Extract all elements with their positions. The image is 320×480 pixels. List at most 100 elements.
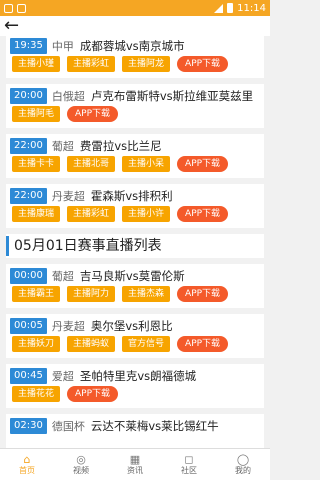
match-header: 00:45 爱超 圣帕特里克vs朗福德城 [10,368,196,384]
streamer-chips: 主播卡卡 主播北哥 主播小呆 APP下载 [12,156,229,172]
match-card[interactable]: 20:00 白俄超 卢克布雷斯特vs斯拉维亚莫兹里主播阿毛 APP下载 [6,84,264,128]
match-card[interactable]: 22:00 丹麦超 霍森斯vs排积利主播康瑞 主播彩虹 主播小许 APP下载 [6,184,264,228]
match-header: 19:35 中甲 成都蓉城vs南京城市 [10,38,185,54]
streamer-button[interactable]: 官方信号 [122,336,171,352]
match-card[interactable]: 22:00 葡超 费雷拉vs比兰尼主播卡卡 主播北哥 主播小呆 APP下载 [6,134,264,178]
home-icon: ⌂ [23,452,31,466]
tab-label: 社区 [181,465,197,475]
match-time-badge: 00:05 [10,318,47,334]
tab-video[interactable]: ◎ 视频 [54,449,108,480]
app-download-button[interactable]: APP下载 [177,206,229,222]
match-card[interactable]: 00:05 丹麦超 奥尔堡vs利恩比主播妖刀 主播蚂蚁 官方信号 APP下载 [6,314,264,358]
match-title: 费雷拉vs比兰尼 [79,139,162,153]
app-download-button[interactable]: APP下载 [177,156,229,172]
match-header: 02:30 德国杯 云达不莱梅vs莱比锡红牛 [10,418,219,434]
match-card[interactable]: 00:45 爱超 圣帕特里克vs朗福德城主播花花 APP下载 [6,364,264,408]
streamer-chips: 主播花花 APP下载 [12,386,119,402]
match-time-badge: 22:00 [10,138,47,154]
notification-icon [4,3,13,13]
match-title: 奥尔堡vs利恩比 [90,319,173,333]
match-title: 云达不莱梅vs莱比锡红牛 [90,419,219,433]
streamer-button[interactable]: 主播北哥 [67,156,116,172]
league-name: 白俄超 [51,90,85,103]
match-header: 22:00 葡超 费雷拉vs比兰尼 [10,138,162,154]
match-card[interactable]: 19:35 中甲 成都蓉城vs南京城市主播小瑾 主播彩虹 主播阿龙 APP下载 [6,36,264,78]
tab-label: 视频 [73,465,89,475]
app-bar: ← [0,16,270,36]
back-arrow-icon[interactable]: ← [4,16,19,36]
video-icon: ◎ [76,452,86,466]
match-title: 圣帕特里克vs朗福德城 [79,369,197,383]
streamer-button[interactable]: 主播卡卡 [12,156,61,172]
streamer-button[interactable]: 主播小许 [122,206,171,222]
league-name: 丹麦超 [51,320,85,333]
tab-home[interactable]: ⌂ 首页 [0,449,54,480]
streamer-chips: 主播小瑾 主播彩虹 主播阿龙 APP下载 [12,56,229,72]
tab-news[interactable]: ▦ 资讯 [108,449,162,480]
tab-label: 首页 [19,465,35,475]
match-header: 22:00 丹麦超 霍森斯vs排积利 [10,188,173,204]
match-time-badge: 20:00 [10,88,47,104]
match-card[interactable]: 00:00 葡超 吉马良斯vs莫雷伦斯主播霸王 主播阿力 主播杰森 APP下载 [6,264,264,308]
streamer-button[interactable]: 主播彩虹 [67,56,116,72]
app-download-button[interactable]: APP下载 [177,336,229,352]
status-time: 11:14 [237,2,266,14]
league-name: 葡超 [51,140,74,153]
battery-icon [227,3,234,13]
match-time-badge: 02:30 [10,418,47,434]
league-name: 丹麦超 [51,190,85,203]
news-icon: ▦ [129,452,141,466]
app-download-button[interactable]: APP下载 [177,286,229,302]
streamer-button[interactable]: 主播阿毛 [12,106,61,122]
streamer-button[interactable]: 主播阿力 [67,286,116,302]
match-title: 成都蓉城vs南京城市 [79,39,185,53]
match-header: 20:00 白俄超 卢克布雷斯特vs斯拉维亚莫兹里 [10,88,253,104]
match-time-badge: 22:00 [10,188,47,204]
streamer-button[interactable]: 主播花花 [12,386,61,402]
match-list: 19:35 中甲 成都蓉城vs南京城市 主播小瑾 主播彩虹 主播阿龙 APP下载 20:00 白… [0,36,270,448]
streamer-chips: 主播阿毛 APP下载 [12,106,119,122]
bottom-tab-bar: ⌂ 首页 ◎ 视频 ▦ 资讯 ◻ 社区 ◯ 我的 [0,448,270,480]
match-header: 00:00 葡超 吉马良斯vs莫雷伦斯 [10,268,185,284]
league-name: 中甲 [51,40,74,53]
streamer-button[interactable]: 主播小呆 [122,156,171,172]
match-time-badge: 00:00 [10,268,47,284]
app-download-button[interactable]: APP下载 [67,106,119,122]
league-name: 德国杯 [51,420,85,433]
notification-icon [17,3,26,13]
match-time-badge: 19:35 [10,38,47,54]
match-time-badge: 00:45 [10,368,47,384]
streamer-button[interactable]: 主播彩虹 [67,206,116,222]
streamer-button[interactable]: 主播蚂蚁 [67,336,116,352]
status-right: 11:14 [214,3,266,14]
section-header: 05月01日赛事直播列表 [6,234,264,258]
chat-icon: ◻ [184,452,194,466]
match-title: 卢克布雷斯特vs斯拉维亚莫兹里 [90,89,254,103]
league-name: 葡超 [51,270,74,283]
match-title: 吉马良斯vs莫雷伦斯 [79,269,185,283]
streamer-chips: 主播妖刀 主播蚂蚁 官方信号 APP下载 [12,336,229,352]
status-bar: 11:14 [0,0,270,16]
tab-chat[interactable]: ◻ 社区 [162,449,216,480]
streamer-button[interactable]: 主播妖刀 [12,336,61,352]
section-accent-bar [6,236,9,256]
tab-label: 资讯 [127,465,143,475]
tab-profile[interactable]: ◯ 我的 [216,449,270,480]
streamer-button[interactable]: 主播小瑾 [12,56,61,72]
streamer-button[interactable]: 主播霸王 [12,286,61,302]
section-title: 05月01日赛事直播列表 [14,238,162,254]
league-name: 爱超 [51,370,74,383]
streamer-button[interactable]: 主播杰森 [122,286,171,302]
match-card[interactable]: 02:30 德国杯 云达不莱梅vs莱比锡红牛 [6,414,264,448]
signal-icon [214,3,224,13]
status-left-icons [4,3,26,13]
streamer-chips: 主播康瑞 主播彩虹 主播小许 APP下载 [12,206,229,222]
app-download-button[interactable]: APP下载 [177,56,229,72]
app-download-button[interactable]: APP下载 [67,386,119,402]
match-title: 霍森斯vs排积利 [90,189,173,203]
streamer-button[interactable]: 主播阿龙 [122,56,171,72]
profile-icon: ◯ [236,452,250,466]
streamer-chips: 主播霸王 主播阿力 主播杰森 APP下载 [12,286,229,302]
streamer-button[interactable]: 主播康瑞 [12,206,61,222]
tab-label: 我的 [235,465,251,475]
